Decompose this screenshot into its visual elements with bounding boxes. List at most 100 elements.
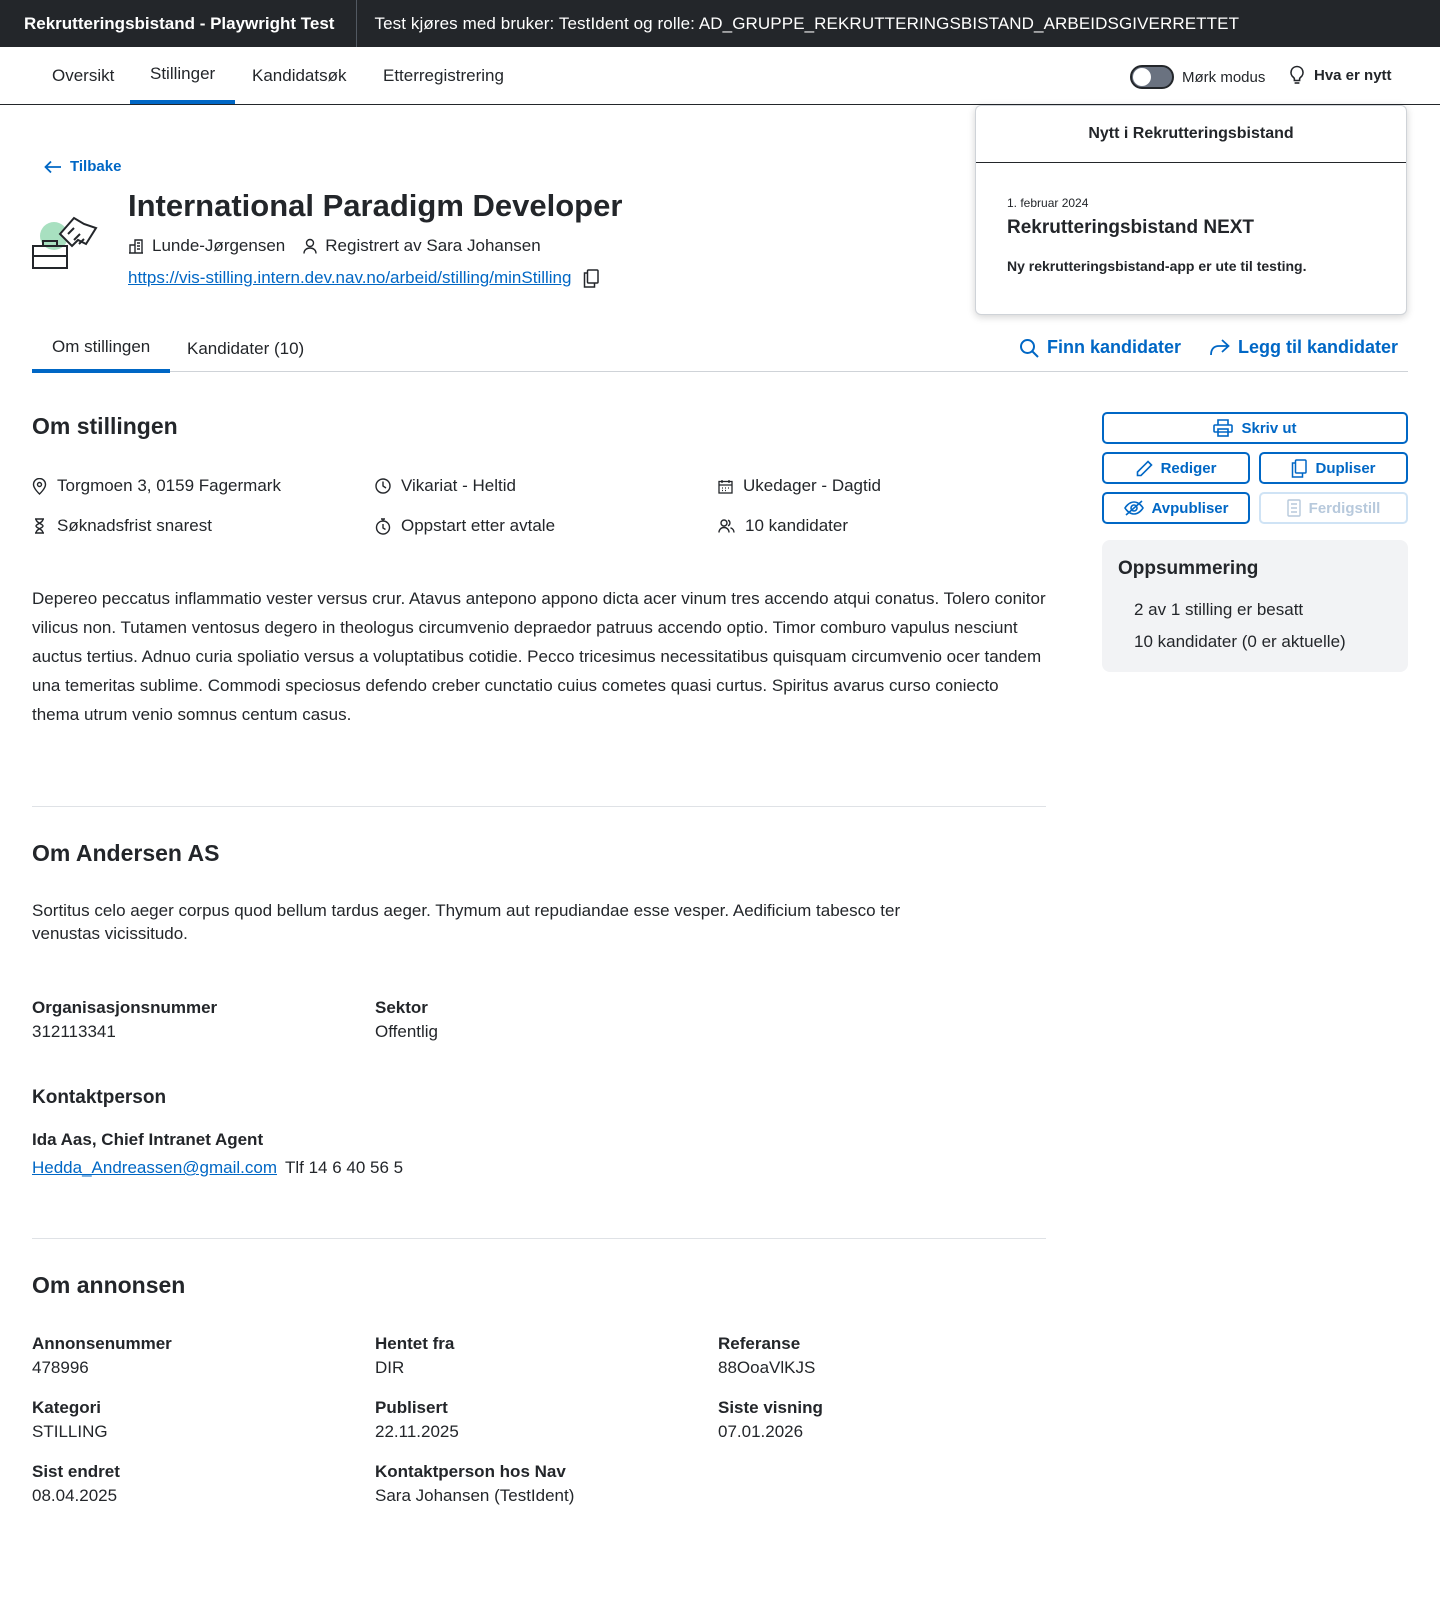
fact-deadline: Søknadsfrist snarest [32,516,212,536]
duplicate-label: Dupliser [1315,459,1376,477]
nav-tab-etterregistrering[interactable]: Etterregistrering [363,47,524,104]
clock-icon [375,478,391,494]
arrow-left-icon [44,160,61,173]
sector-label: Sektor [375,998,428,1017]
contact-details: Hedda_Andreassen@gmail.com Tlf 14 6 40 5… [32,1158,403,1178]
duplicate-icon [1292,458,1308,478]
nav-tab-stillinger[interactable]: Stillinger [130,47,236,104]
ad-field-value: DIR [375,1358,405,1377]
ad-field-label: Hentet fra [375,1334,455,1353]
contact-heading: Kontaktperson [32,1087,167,1108]
fact-start: Oppstart etter avtale [375,516,555,536]
job-illustration [30,206,100,281]
back-label: Tilbake [70,158,122,175]
ad-field-label: Annonsenummer [32,1334,172,1353]
location-pin-icon [32,477,47,495]
fact-candidates-text: 10 kandidater [745,516,849,535]
employer-description: Sortitus celo aeger corpus quod bellum t… [32,901,901,943]
lightbulb-icon [1290,65,1304,84]
ad-field-value: Sara Johansen (TestIdent) [375,1486,575,1505]
toggle-switch[interactable] [1130,65,1174,89]
ad-field-label: Publisert [375,1398,448,1417]
dark-mode-toggle[interactable]: Mørk modus [1130,65,1265,89]
top-bar: Rekrutteringsbistand - Playwright Test T… [0,0,1440,47]
fact-schedule: Ukedager - Dagtid [718,476,881,496]
search-icon [1020,338,1039,358]
ad-field-value: 08.04.2025 [32,1486,118,1505]
unpublish-label: Avpubliser [1151,499,1229,517]
section-heading-employer: Om Andersen AS [32,840,220,866]
whats-new-label: Hva er nytt [1314,66,1392,84]
share-arrow-icon [1210,338,1230,355]
pencil-icon [1136,459,1153,476]
printer-icon [1213,419,1234,437]
find-candidates-link[interactable]: Finn kandidater [1019,337,1181,358]
summary-panel: Oppsummering 2 av 1 stilling er besatt 1… [1102,540,1408,672]
divider [32,1238,1046,1239]
whats-new-button[interactable]: Hva er nytt [1288,65,1392,85]
add-candidates-label: Legg til kandidater [1238,337,1399,357]
complete-button: Ferdigstill [1259,492,1408,524]
divider [32,806,1046,807]
dark-mode-label: Mørk modus [1182,68,1266,86]
popover-header: Nytt i Rekrutteringsbistand [976,106,1406,163]
registered-by: Registrert av Sara Johansen [303,236,541,256]
unpublish-button[interactable]: Avpubliser [1102,492,1250,524]
ad-field-label: Siste visning [718,1398,823,1417]
duplicate-button[interactable]: Dupliser [1259,452,1408,484]
ad-field-value: STILLING [32,1422,108,1441]
contact-phone: Tlf 14 6 40 56 5 [285,1158,404,1177]
fact-employment-text: Vikariat - Heltid [401,476,516,495]
ad-field-label: Kontaktperson hos Nav [375,1462,566,1481]
app-title: Rekrutteringsbistand - Playwright Test [0,0,358,47]
org-number-value: 312113341 [32,1022,116,1041]
edit-button[interactable]: Rediger [1102,452,1250,484]
people-icon [718,519,735,533]
building-icon [129,239,143,254]
whats-new-popover: Nytt i Rekrutteringsbistand 1. februar 2… [975,105,1407,315]
fact-candidates: 10 kandidater [718,516,848,536]
summary-line-candidates: 10 kandidater (0 er aktuelle) [1134,632,1346,651]
ad-field-value: 22.11.2025 [375,1422,459,1441]
tab-kandidater[interactable]: Kandidater (10) [167,325,324,372]
org-number-label: Organisasjonsnummer [32,998,218,1017]
test-info: Test kjøres med bruker: TestIdent og rol… [374,13,1240,33]
ad-field-value: 478996 [32,1358,89,1377]
section-heading-ad: Om annonsen [32,1272,186,1298]
add-candidates-link[interactable]: Legg til kandidater [1209,337,1398,358]
section-heading-position: Om stillingen [32,413,178,439]
job-url-link[interactable]: https://vis-stilling.intern.dev.nav.no/a… [128,268,571,288]
employer: Lunde-Jørgensen [128,236,285,256]
calendar-icon [718,479,733,494]
job-meta: Lunde-Jørgensen Registrert av Sara Johan… [128,236,559,256]
contact-email-link[interactable]: Hedda_Andreassen@gmail.com [32,1158,277,1178]
fact-address-text: Torgmoen 3, 0159 Fagermark [57,476,281,495]
copy-icon[interactable] [583,268,600,288]
job-title: International Paradigm Developer [128,188,623,223]
tab-om-stillingen[interactable]: Om stillingen [32,325,171,373]
employer-name: Lunde-Jørgensen [152,236,286,255]
edit-label: Rediger [1160,459,1217,477]
position-description: Depereo peccatus inflammatio vester vers… [32,589,1046,724]
ad-field-label: Referanse [718,1334,801,1353]
back-link[interactable]: Tilbake [44,158,121,175]
popover-text: Ny rekrutteringsbistand-app er ute til t… [1007,258,1307,274]
contact-name: Ida Aas, Chief Intranet Agent [32,1130,264,1149]
print-button[interactable]: Skriv ut [1102,412,1408,444]
stopwatch-icon [375,517,391,535]
fact-employment: Vikariat - Heltid [375,476,516,496]
ad-field-label: Kategori [32,1398,101,1417]
popover-title: Rekrutteringsbistand NEXT [1007,217,1255,238]
fact-deadline-text: Søknadsfrist snarest [57,516,212,535]
summary-line-filled: 2 av 1 stilling er besatt [1134,600,1304,619]
nav-tab-kandidatsok[interactable]: Kandidatsøk [232,47,367,104]
complete-label: Ferdigstill [1308,499,1381,517]
fact-address: Torgmoen 3, 0159 Fagermark [32,476,281,496]
print-label: Skriv ut [1241,419,1297,437]
position-tabs: Om stillingen Kandidater (10) [32,325,1408,373]
hourglass-icon [35,518,44,534]
registered-by-text: Registrert av Sara Johansen [325,236,541,255]
nav-tab-oversikt[interactable]: Oversikt [32,47,134,104]
find-candidates-label: Finn kandidater [1047,337,1182,357]
eye-slash-icon [1123,500,1144,516]
